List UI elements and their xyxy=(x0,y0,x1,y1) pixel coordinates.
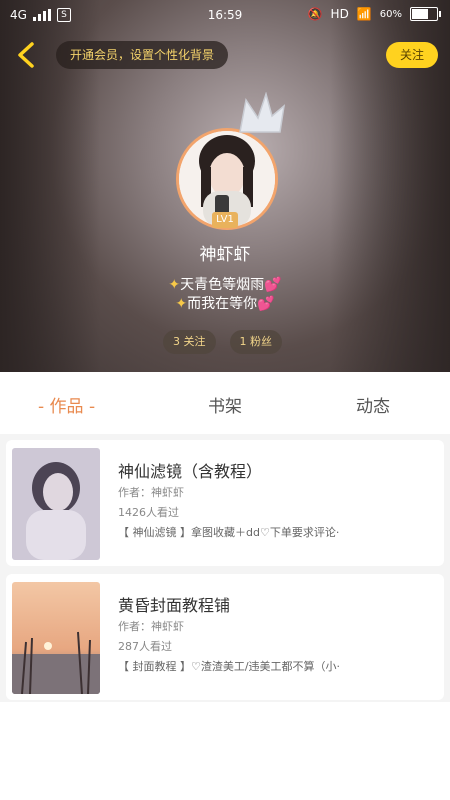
profile-stats: 3 关注 1 粉丝 xyxy=(163,330,282,354)
bio-line-2: 而我在等你 xyxy=(187,296,258,312)
tab-activity[interactable]: 动态 xyxy=(356,392,390,417)
empty-area xyxy=(0,702,450,800)
status-bar: 4G S 16:59 🔕 HD 📶 60% xyxy=(0,0,450,30)
work-thumbnail xyxy=(12,582,100,694)
back-icon[interactable] xyxy=(12,40,42,70)
tab-works[interactable]: - 作品 - xyxy=(38,392,95,417)
work-thumbnail xyxy=(12,448,100,560)
work-card[interactable]: 黄昏封面教程铺 作者：神虾虾 287人看过 【 封面教程 】♡渣渣美工/违美工都… xyxy=(6,574,444,700)
work-description: 【 神仙滤镜 】拿图收藏＋dd♡下单要求评论· xyxy=(118,526,340,539)
work-views: 1426人看过 xyxy=(118,506,179,519)
sparkle-icon: ✦ xyxy=(175,296,188,312)
crown-icon xyxy=(239,92,286,133)
mute-icon: 🔕 xyxy=(307,7,323,21)
bio: ✦天青色等烟雨💕 ✦而我在等你💕 xyxy=(0,276,450,314)
fans-count[interactable]: 1 粉丝 xyxy=(229,330,282,354)
work-description: 【 封面教程 】♡渣渣美工/违美工都不算（小· xyxy=(118,660,341,673)
work-card[interactable]: 神仙滤镜（含教程） 作者：神虾虾 1426人看过 【 神仙滤镜 】拿图收藏＋dd… xyxy=(6,440,444,566)
vip-promo-pill[interactable]: 开通会员，设置个性化背景 xyxy=(56,41,229,69)
heart-icon: 💕 xyxy=(257,296,275,312)
work-title: 神仙滤镜（含教程） xyxy=(118,462,263,481)
sparkle-icon: ✦ xyxy=(168,277,181,293)
work-views: 287人看过 xyxy=(118,640,172,653)
work-author: 作者：神虾虾 xyxy=(118,486,184,499)
battery-label: 60% xyxy=(379,8,402,20)
bio-line-1: 天青色等烟雨 xyxy=(180,277,265,293)
work-author: 作者：神虾虾 xyxy=(118,620,184,633)
tab-shelf[interactable]: 书架 xyxy=(208,392,242,417)
battery-icon xyxy=(410,7,441,21)
username: 神虾虾 xyxy=(199,245,251,265)
level-badge: LV1 xyxy=(212,212,238,228)
profile-tabs: - 作品 - 书架 动态 xyxy=(0,372,450,434)
follow-button[interactable]: 关注 xyxy=(386,42,438,68)
heart-icon: 💕 xyxy=(264,277,282,293)
following-count[interactable]: 3 关注 xyxy=(163,330,216,354)
hd-label: HD xyxy=(330,7,349,21)
wifi-icon: 📶 xyxy=(356,7,372,21)
work-title: 黄昏封面教程铺 xyxy=(118,596,231,615)
